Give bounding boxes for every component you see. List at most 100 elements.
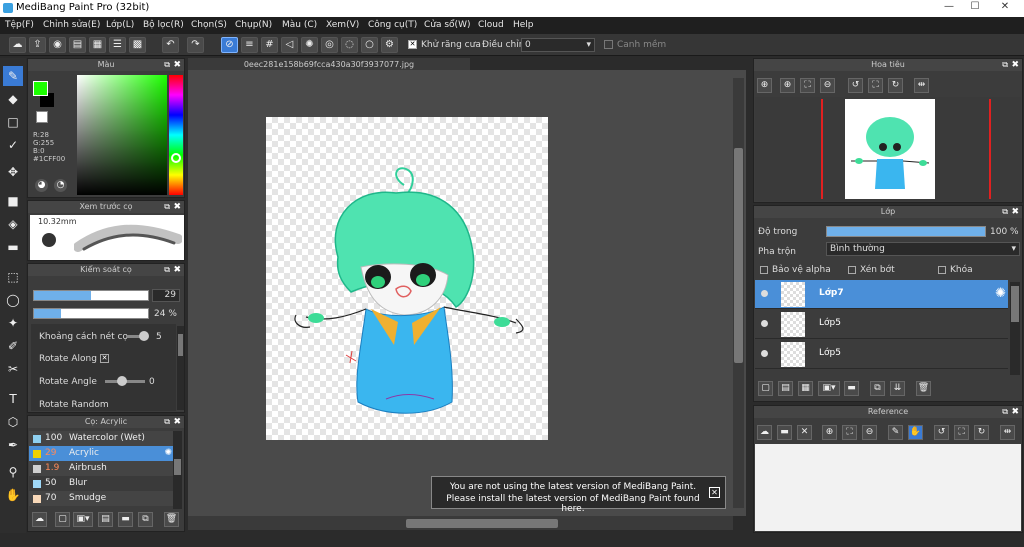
new-brush-icon[interactable]: ▢ xyxy=(55,512,70,527)
size-slider[interactable] xyxy=(33,290,149,301)
brush-list-item[interactable]: 1.9 Airbrush xyxy=(29,461,176,476)
blur-tool-icon[interactable]: ✒ xyxy=(3,435,23,455)
correction-select[interactable]: 0 ▾ xyxy=(521,38,595,52)
menu-select[interactable]: Chọn(S) xyxy=(191,20,227,30)
antialias-checkbox[interactable]: ✕ xyxy=(408,40,417,49)
lock-checkbox[interactable] xyxy=(938,266,946,274)
vertical-scrollbar[interactable] xyxy=(733,78,744,508)
palette-add-icon[interactable]: ◔ xyxy=(54,179,67,192)
drawing-canvas[interactable] xyxy=(266,117,548,440)
menu-color[interactable]: Màu (C) xyxy=(282,20,317,30)
snap-soft-checkbox[interactable] xyxy=(604,40,613,49)
palette-icon[interactable]: ◕ xyxy=(35,179,48,192)
duplicate-icon[interactable]: ⧉ xyxy=(138,512,153,527)
fit-icon[interactable]: ⛶ xyxy=(842,425,857,440)
move-tool-icon[interactable]: ✥ xyxy=(3,162,23,182)
reset-rotation-icon[interactable]: ⛶ xyxy=(954,425,969,440)
close-icon[interactable]: ✖ xyxy=(173,201,181,213)
hand-tool-icon[interactable]: ✋ xyxy=(3,485,23,505)
chat-icon[interactable]: ▤ xyxy=(69,37,86,53)
select-eraser-icon[interactable]: ✂ xyxy=(3,359,23,379)
rotate-right-icon[interactable]: ↻ xyxy=(974,425,989,440)
close-icon[interactable]: ✖ xyxy=(1011,206,1019,218)
add-layer-menu-icon[interactable]: ▣▾ xyxy=(818,381,840,396)
scrollbar-thumb[interactable] xyxy=(406,519,558,528)
brush-list-item[interactable]: 100 Watercolor (Wet) xyxy=(29,431,176,446)
list-icon[interactable]: ☰ xyxy=(109,37,126,53)
popout-icon[interactable]: ⧉ xyxy=(164,264,170,276)
eyedropper-icon[interactable]: ⚲ xyxy=(3,462,23,482)
brush-list-item[interactable]: 29 Acrylic ✺ xyxy=(29,446,176,461)
duplicate-layer-icon[interactable]: ⧉ xyxy=(870,381,885,396)
opacity-slider[interactable] xyxy=(33,308,149,319)
brush-settings-icon[interactable]: ▤ xyxy=(98,512,113,527)
delete-layer-icon[interactable]: 🗑 xyxy=(916,381,931,396)
brush-list-item[interactable]: 50 Blur xyxy=(29,476,176,491)
snap-vanish-icon[interactable]: ◁ xyxy=(281,37,298,53)
divide-tool-icon[interactable]: ⬡ xyxy=(3,412,23,432)
comment-icon[interactable]: ◉ xyxy=(49,37,66,53)
cloud-download-icon[interactable]: ☁ xyxy=(32,512,47,527)
upload-icon[interactable]: ⇪ xyxy=(29,37,46,53)
close-icon[interactable]: ✖ xyxy=(173,59,181,71)
snap-concentric-icon[interactable]: ◎ xyxy=(321,37,338,53)
menu-edit[interactable]: Chỉnh sửa(E) xyxy=(43,20,100,30)
layer-row[interactable]: Lớp5 xyxy=(755,310,1008,339)
popout-icon[interactable]: ⧉ xyxy=(164,59,170,71)
snap-radial-icon[interactable]: ✺ xyxy=(301,37,318,53)
snap-settings-icon[interactable]: ⚙ xyxy=(381,37,398,53)
size-input[interactable]: 29 xyxy=(152,289,180,302)
close-icon[interactable]: ✕ xyxy=(994,1,1016,15)
close-icon[interactable]: ✖ xyxy=(173,264,181,276)
redo-icon[interactable]: ↷ xyxy=(187,37,204,53)
close-icon[interactable]: ✖ xyxy=(1011,406,1019,418)
spacing-slider-handle[interactable] xyxy=(139,331,149,341)
scrollbar-thumb[interactable] xyxy=(174,459,181,475)
close-reference-icon[interactable]: ✕ xyxy=(797,425,812,440)
brush-tool-icon[interactable]: ✎ xyxy=(3,66,23,86)
menu-view[interactable]: Xem(V) xyxy=(326,20,359,30)
menu-capture[interactable]: Chụp(N) xyxy=(235,20,272,30)
add-brush-icon[interactable]: ▣▾ xyxy=(73,512,93,527)
hand-icon[interactable]: ✋ xyxy=(908,425,923,440)
select-pen-icon[interactable]: ✐ xyxy=(3,336,23,356)
menu-filter[interactable]: Bộ lọc(R) xyxy=(143,20,184,30)
rotate-right-icon[interactable]: ↻ xyxy=(888,78,903,93)
lasso-tool-icon[interactable]: ◯ xyxy=(3,290,23,310)
bucket-tool-icon[interactable]: ◈ xyxy=(3,214,23,234)
snap-off-icon[interactable]: ⊘ xyxy=(221,37,238,53)
navigator-preview[interactable] xyxy=(755,97,1021,201)
popout-icon[interactable]: ⧉ xyxy=(164,201,170,213)
select-tool-icon[interactable]: ⬚ xyxy=(3,267,23,287)
clipping-checkbox[interactable] xyxy=(848,266,856,274)
brush-settings-scrollbar[interactable] xyxy=(177,326,184,410)
gradient-tool-icon[interactable]: ▬ xyxy=(3,237,23,257)
open-folder-icon[interactable]: ▬ xyxy=(777,425,792,440)
hue-slider[interactable] xyxy=(169,75,183,195)
merge-layer-icon[interactable]: ⇊ xyxy=(890,381,905,396)
popout-icon[interactable]: ⧉ xyxy=(1002,59,1008,71)
new-8bit-layer-icon[interactable]: ▦ xyxy=(798,381,813,396)
horizontal-scrollbar[interactable] xyxy=(188,516,733,530)
snap-curve-icon[interactable]: ◌ xyxy=(341,37,358,53)
undo-icon[interactable]: ↶ xyxy=(162,37,179,53)
scrollbar-thumb[interactable] xyxy=(734,148,743,363)
notice-close-icon[interactable]: ✕ xyxy=(709,487,720,498)
eyedropper-icon[interactable]: ✎ xyxy=(888,425,903,440)
actual-size-icon[interactable]: ⛶ xyxy=(800,78,815,93)
layer-row[interactable]: Lớp7 ✺ xyxy=(755,280,1008,309)
zoom-out-icon[interactable]: ⊖ xyxy=(862,425,877,440)
snap-grid-icon[interactable]: # xyxy=(261,37,278,53)
close-icon[interactable]: ✖ xyxy=(1011,59,1019,71)
reference-view[interactable] xyxy=(755,444,1021,531)
grid-icon[interactable]: ▩ xyxy=(129,37,146,53)
transparent-swatch[interactable] xyxy=(36,111,48,123)
layer-folder-icon[interactable]: ▬ xyxy=(844,381,859,396)
eraser-tool-icon[interactable]: ◆ xyxy=(3,89,23,109)
zoom-out-icon[interactable]: ⊖ xyxy=(820,78,835,93)
protect-alpha-checkbox[interactable] xyxy=(760,266,768,274)
trash-icon[interactable]: 🗑 xyxy=(164,512,179,527)
menu-tools[interactable]: Công cụ(T) xyxy=(368,20,417,30)
minimize-icon[interactable]: — xyxy=(938,1,960,15)
menu-file[interactable]: Tệp(F) xyxy=(5,20,34,30)
